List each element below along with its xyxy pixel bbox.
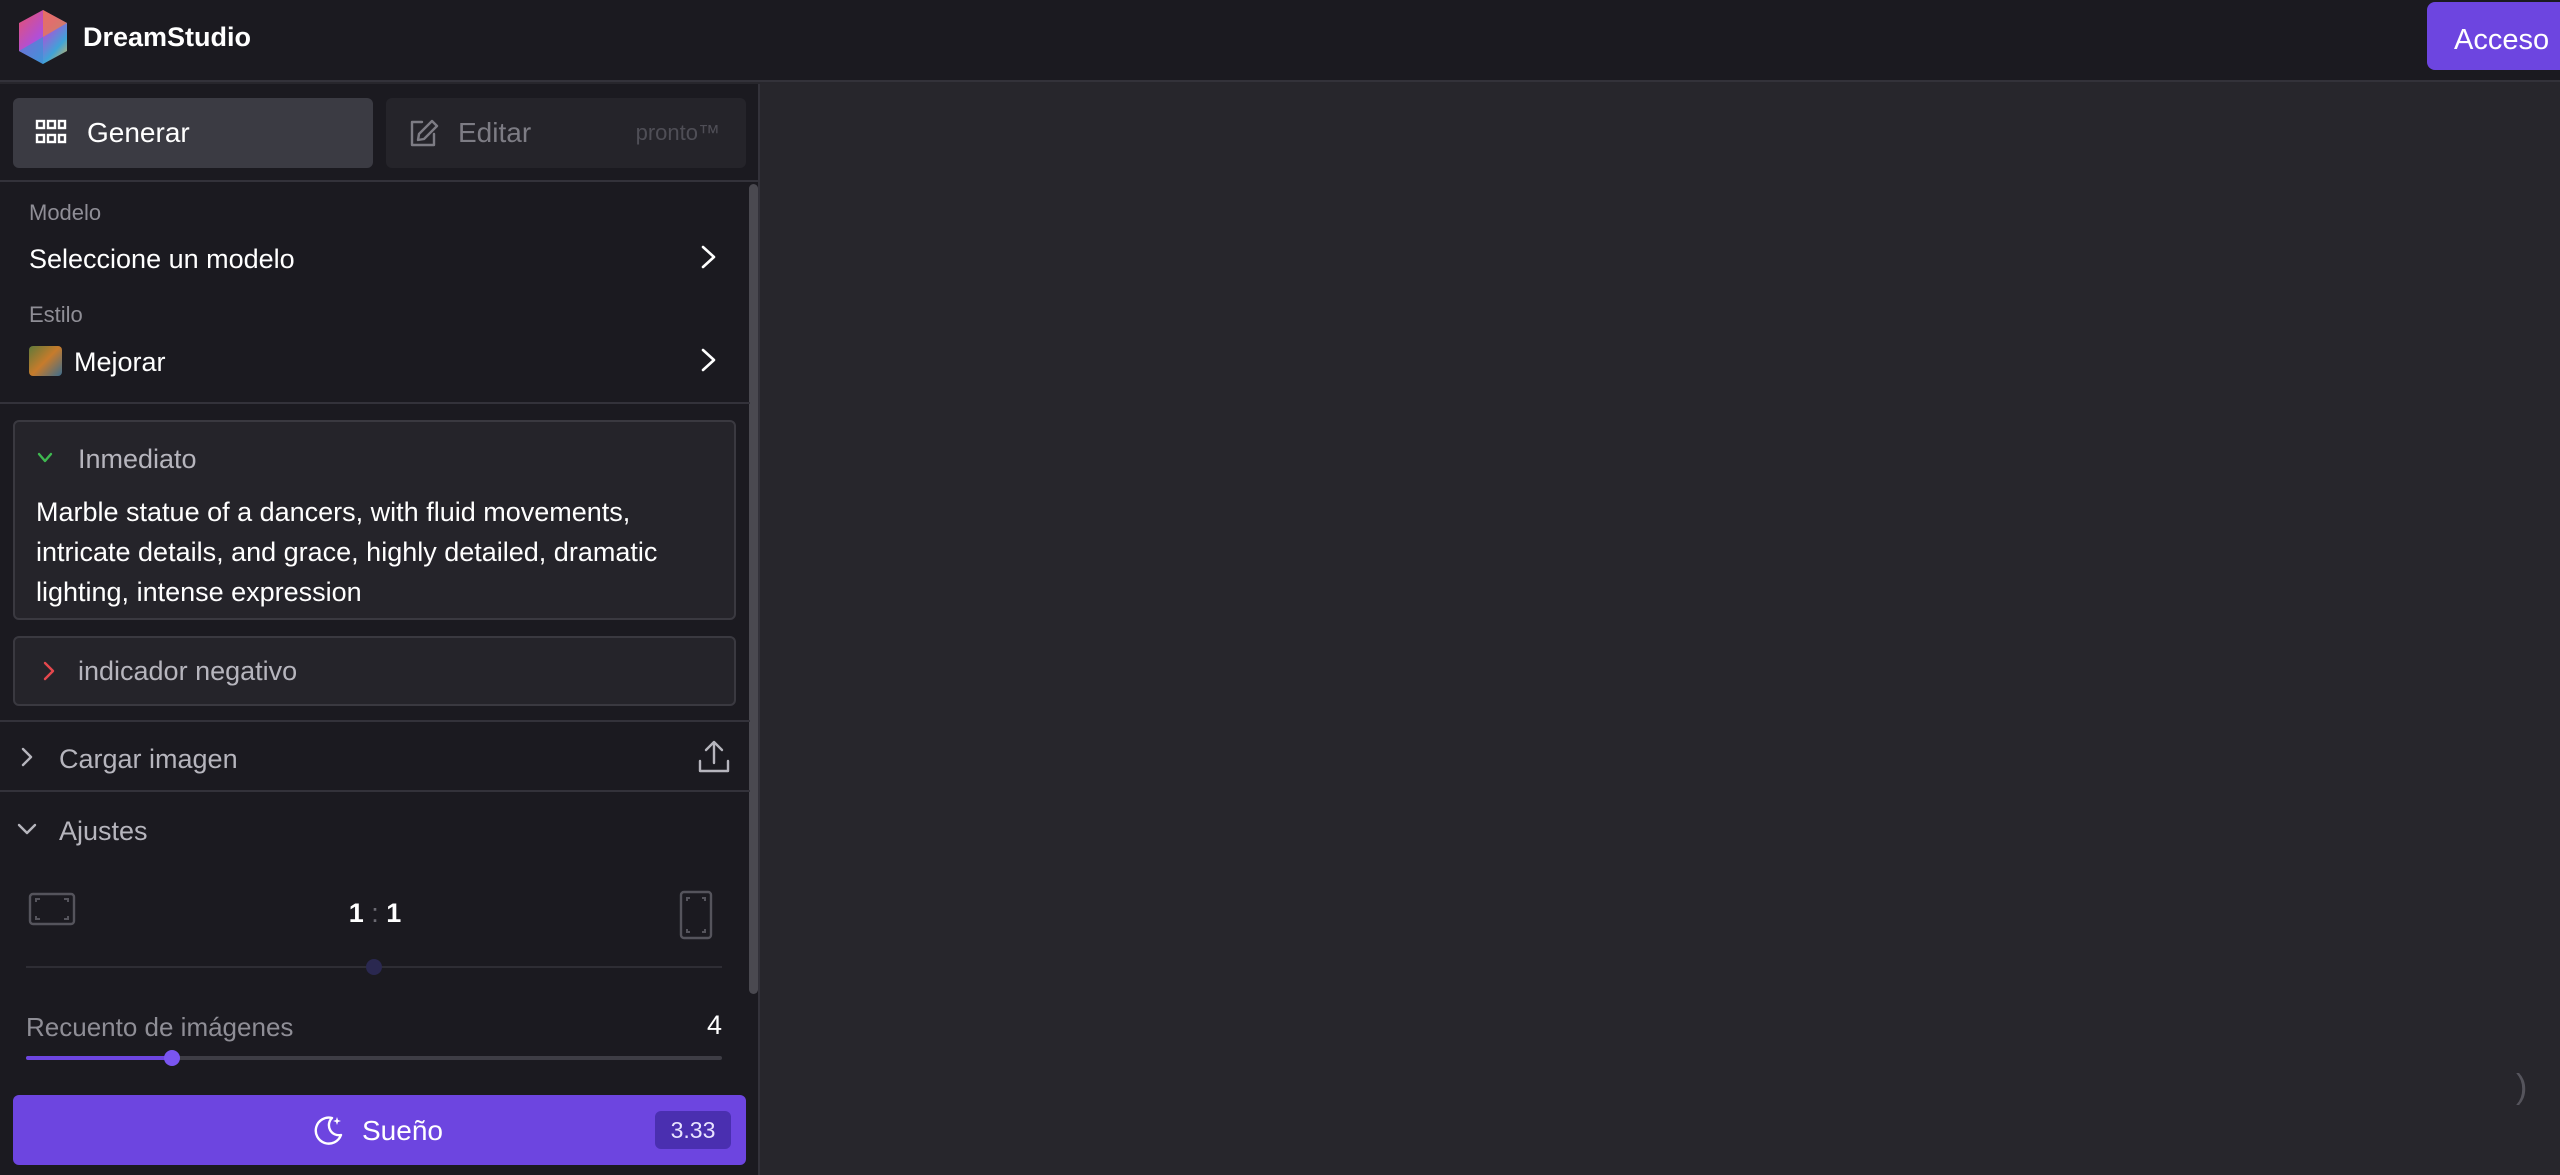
prompt-label[interactable]: Inmediato bbox=[78, 444, 197, 475]
style-chevron-right-icon[interactable] bbox=[697, 347, 719, 373]
upload-image-row[interactable]: Cargar imagen bbox=[0, 724, 750, 790]
grid-icon bbox=[35, 119, 67, 144]
style-select[interactable]: Mejorar bbox=[74, 347, 166, 378]
image-count-label: Recuento de imágenes bbox=[26, 1012, 294, 1042]
dream-button-label: Sueño bbox=[362, 1115, 443, 1146]
model-label: Modelo bbox=[29, 200, 102, 225]
style-label: Estilo bbox=[29, 302, 83, 327]
negative-prompt-label: indicador negativo bbox=[78, 656, 298, 686]
moon-sparkle-icon bbox=[314, 1116, 343, 1145]
chevron-right-icon[interactable] bbox=[39, 660, 59, 682]
divider bbox=[0, 402, 750, 404]
model-select[interactable]: Seleccione un modelo bbox=[29, 244, 295, 275]
portrait-frame-icon[interactable] bbox=[679, 890, 713, 940]
negative-prompt-panel[interactable]: indicador negativo bbox=[13, 636, 736, 706]
tab-edit-label: Editar bbox=[458, 117, 532, 148]
pencil-square-icon bbox=[410, 119, 439, 147]
brand-name: DreamStudio bbox=[83, 22, 252, 52]
model-chevron-right-icon[interactable] bbox=[697, 244, 719, 270]
canvas-corner-glyph: ) bbox=[2516, 1068, 2528, 1106]
mode-tabs: Generar Editar pronto™ bbox=[0, 84, 758, 182]
aspect-ratio-width: 1 bbox=[348, 898, 364, 928]
dream-button[interactable]: Sueño 3.33 bbox=[13, 1095, 746, 1165]
credit-cost-badge: 3.33 bbox=[655, 1111, 731, 1149]
style-thumbnail bbox=[29, 346, 62, 376]
divider bbox=[0, 720, 750, 722]
scrollbar-thumb[interactable] bbox=[749, 184, 758, 994]
settings-label: Ajustes bbox=[59, 816, 148, 846]
image-count-slider-handle[interactable] bbox=[164, 1050, 181, 1066]
aspect-ratio-separator: : bbox=[371, 898, 379, 928]
aspect-ratio-slider-handle[interactable] bbox=[366, 959, 382, 975]
chevron-down-icon bbox=[17, 823, 37, 835]
image-canvas bbox=[762, 84, 2560, 1175]
chevron-right-icon bbox=[21, 747, 33, 767]
sidebar: Generar Editar pronto™ Modelo Seleccione… bbox=[0, 84, 760, 1175]
coming-soon-badge: pronto™ bbox=[635, 120, 720, 145]
prompt-input[interactable]: Marble statue of a dancers, with fluid m… bbox=[36, 492, 726, 612]
prompt-panel: Inmediato Marble statue of a dancers, wi… bbox=[13, 420, 736, 620]
aspect-ratio-height: 1 bbox=[386, 898, 402, 928]
settings-row[interactable]: Ajustes bbox=[0, 796, 750, 862]
aspect-ratio-value: 1 : 1 bbox=[340, 898, 410, 929]
top-bar: DreamStudio Acceso bbox=[0, 0, 2560, 82]
landscape-frame-icon[interactable] bbox=[28, 892, 76, 926]
image-count-slider[interactable] bbox=[26, 1050, 722, 1066]
chevron-down-icon[interactable] bbox=[35, 448, 55, 468]
image-count-slider-fill bbox=[26, 1056, 173, 1060]
tab-generate[interactable]: Generar bbox=[13, 98, 373, 168]
image-count-value: 4 bbox=[706, 1010, 722, 1040]
divider bbox=[0, 790, 750, 792]
upload-image-label: Cargar imagen bbox=[59, 744, 238, 774]
dreamstudio-logo-icon[interactable] bbox=[14, 8, 72, 66]
sidebar-scrollbar[interactable] bbox=[749, 184, 758, 994]
tab-edit[interactable]: Editar pronto™ bbox=[386, 98, 746, 168]
upload-icon[interactable] bbox=[697, 739, 731, 775]
tab-generate-label: Generar bbox=[87, 117, 190, 148]
login-button[interactable]: Acceso bbox=[2427, 2, 2560, 70]
